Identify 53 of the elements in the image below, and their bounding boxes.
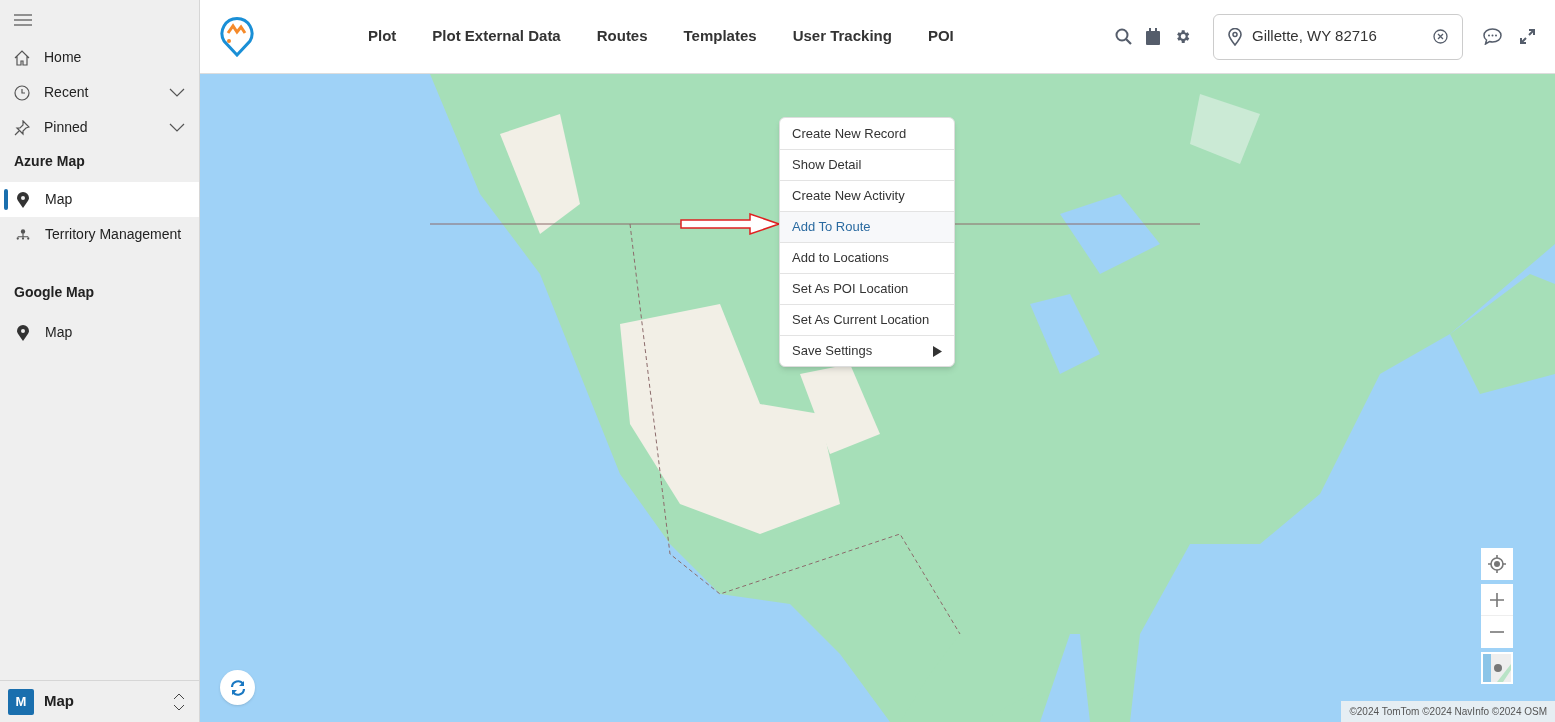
menu-item[interactable]: Show Detail	[780, 149, 954, 180]
home-icon	[14, 49, 30, 66]
pin-icon	[14, 119, 30, 136]
sidebar-item[interactable]: Recent	[0, 75, 199, 110]
sidebar-item[interactable]: Map	[0, 315, 199, 350]
menu-item[interactable]: Add to Locations	[780, 242, 954, 273]
sidebar-item[interactable]: Pinned	[0, 110, 199, 145]
refresh-icon	[229, 679, 246, 696]
settings-icon[interactable]	[1174, 28, 1191, 45]
chat-icon[interactable]	[1483, 28, 1502, 45]
sidebar-item[interactable]: Map	[0, 182, 199, 217]
nav-link[interactable]: User Tracking	[792, 25, 892, 48]
calendar-icon[interactable]	[1146, 28, 1160, 45]
zoom-in-button[interactable]	[1481, 584, 1513, 616]
map-pin-icon	[17, 324, 29, 341]
section-title: Azure Map	[13, 152, 86, 171]
up-down-icon	[173, 692, 185, 711]
nav-link[interactable]: Templates	[683, 25, 757, 48]
menu-item[interactable]: Add To Route	[780, 211, 954, 242]
sidebar-item[interactable]: Home	[0, 40, 199, 75]
search-icon[interactable]	[1115, 28, 1132, 45]
location-field[interactable]: Gillette, WY 82716	[1213, 13, 1463, 60]
hierarchy-icon	[16, 227, 30, 242]
area-switcher[interactable]: M Map	[0, 680, 199, 722]
map-style-button[interactable]	[1481, 652, 1513, 684]
location-input[interactable]: Gillette, WY 82716	[1252, 25, 1423, 48]
locate-button[interactable]	[1481, 548, 1513, 580]
zoom-out-button[interactable]	[1481, 616, 1513, 648]
map-pin-icon	[17, 191, 29, 208]
sidebar-item[interactable]: Territory Management	[0, 217, 199, 252]
locate-icon	[1488, 555, 1506, 573]
clear-icon[interactable]	[1433, 29, 1448, 44]
map-attribution: ©2024 TomTom ©2024 NavInfo ©2024 OSM	[1341, 701, 1555, 722]
area-label: Map	[44, 691, 75, 712]
menu-item[interactable]: Save Settings	[780, 335, 954, 366]
chevron-down-icon	[169, 88, 185, 97]
expand-icon[interactable]	[1520, 29, 1535, 44]
menu-item[interactable]: Set As POI Location	[780, 273, 954, 304]
menu-item[interactable]: Set As Current Location	[780, 304, 954, 335]
menu-item[interactable]: Create New Record	[780, 118, 954, 149]
map-style-icon	[1483, 654, 1511, 682]
nav-link[interactable]: Routes	[596, 25, 648, 48]
nav-link[interactable]: Plot External Data	[432, 25, 561, 48]
area-badge: M	[8, 688, 34, 715]
logo-icon	[220, 16, 254, 57]
chevron-down-icon	[169, 123, 185, 132]
menu-icon[interactable]	[14, 14, 32, 26]
plus-icon	[1490, 592, 1504, 607]
location-pin-icon	[1228, 27, 1242, 46]
clock-icon	[14, 84, 30, 101]
nav-link[interactable]: Plot	[368, 25, 397, 48]
nav-link[interactable]: POI	[927, 25, 954, 48]
section-title: Google Map	[13, 283, 96, 302]
